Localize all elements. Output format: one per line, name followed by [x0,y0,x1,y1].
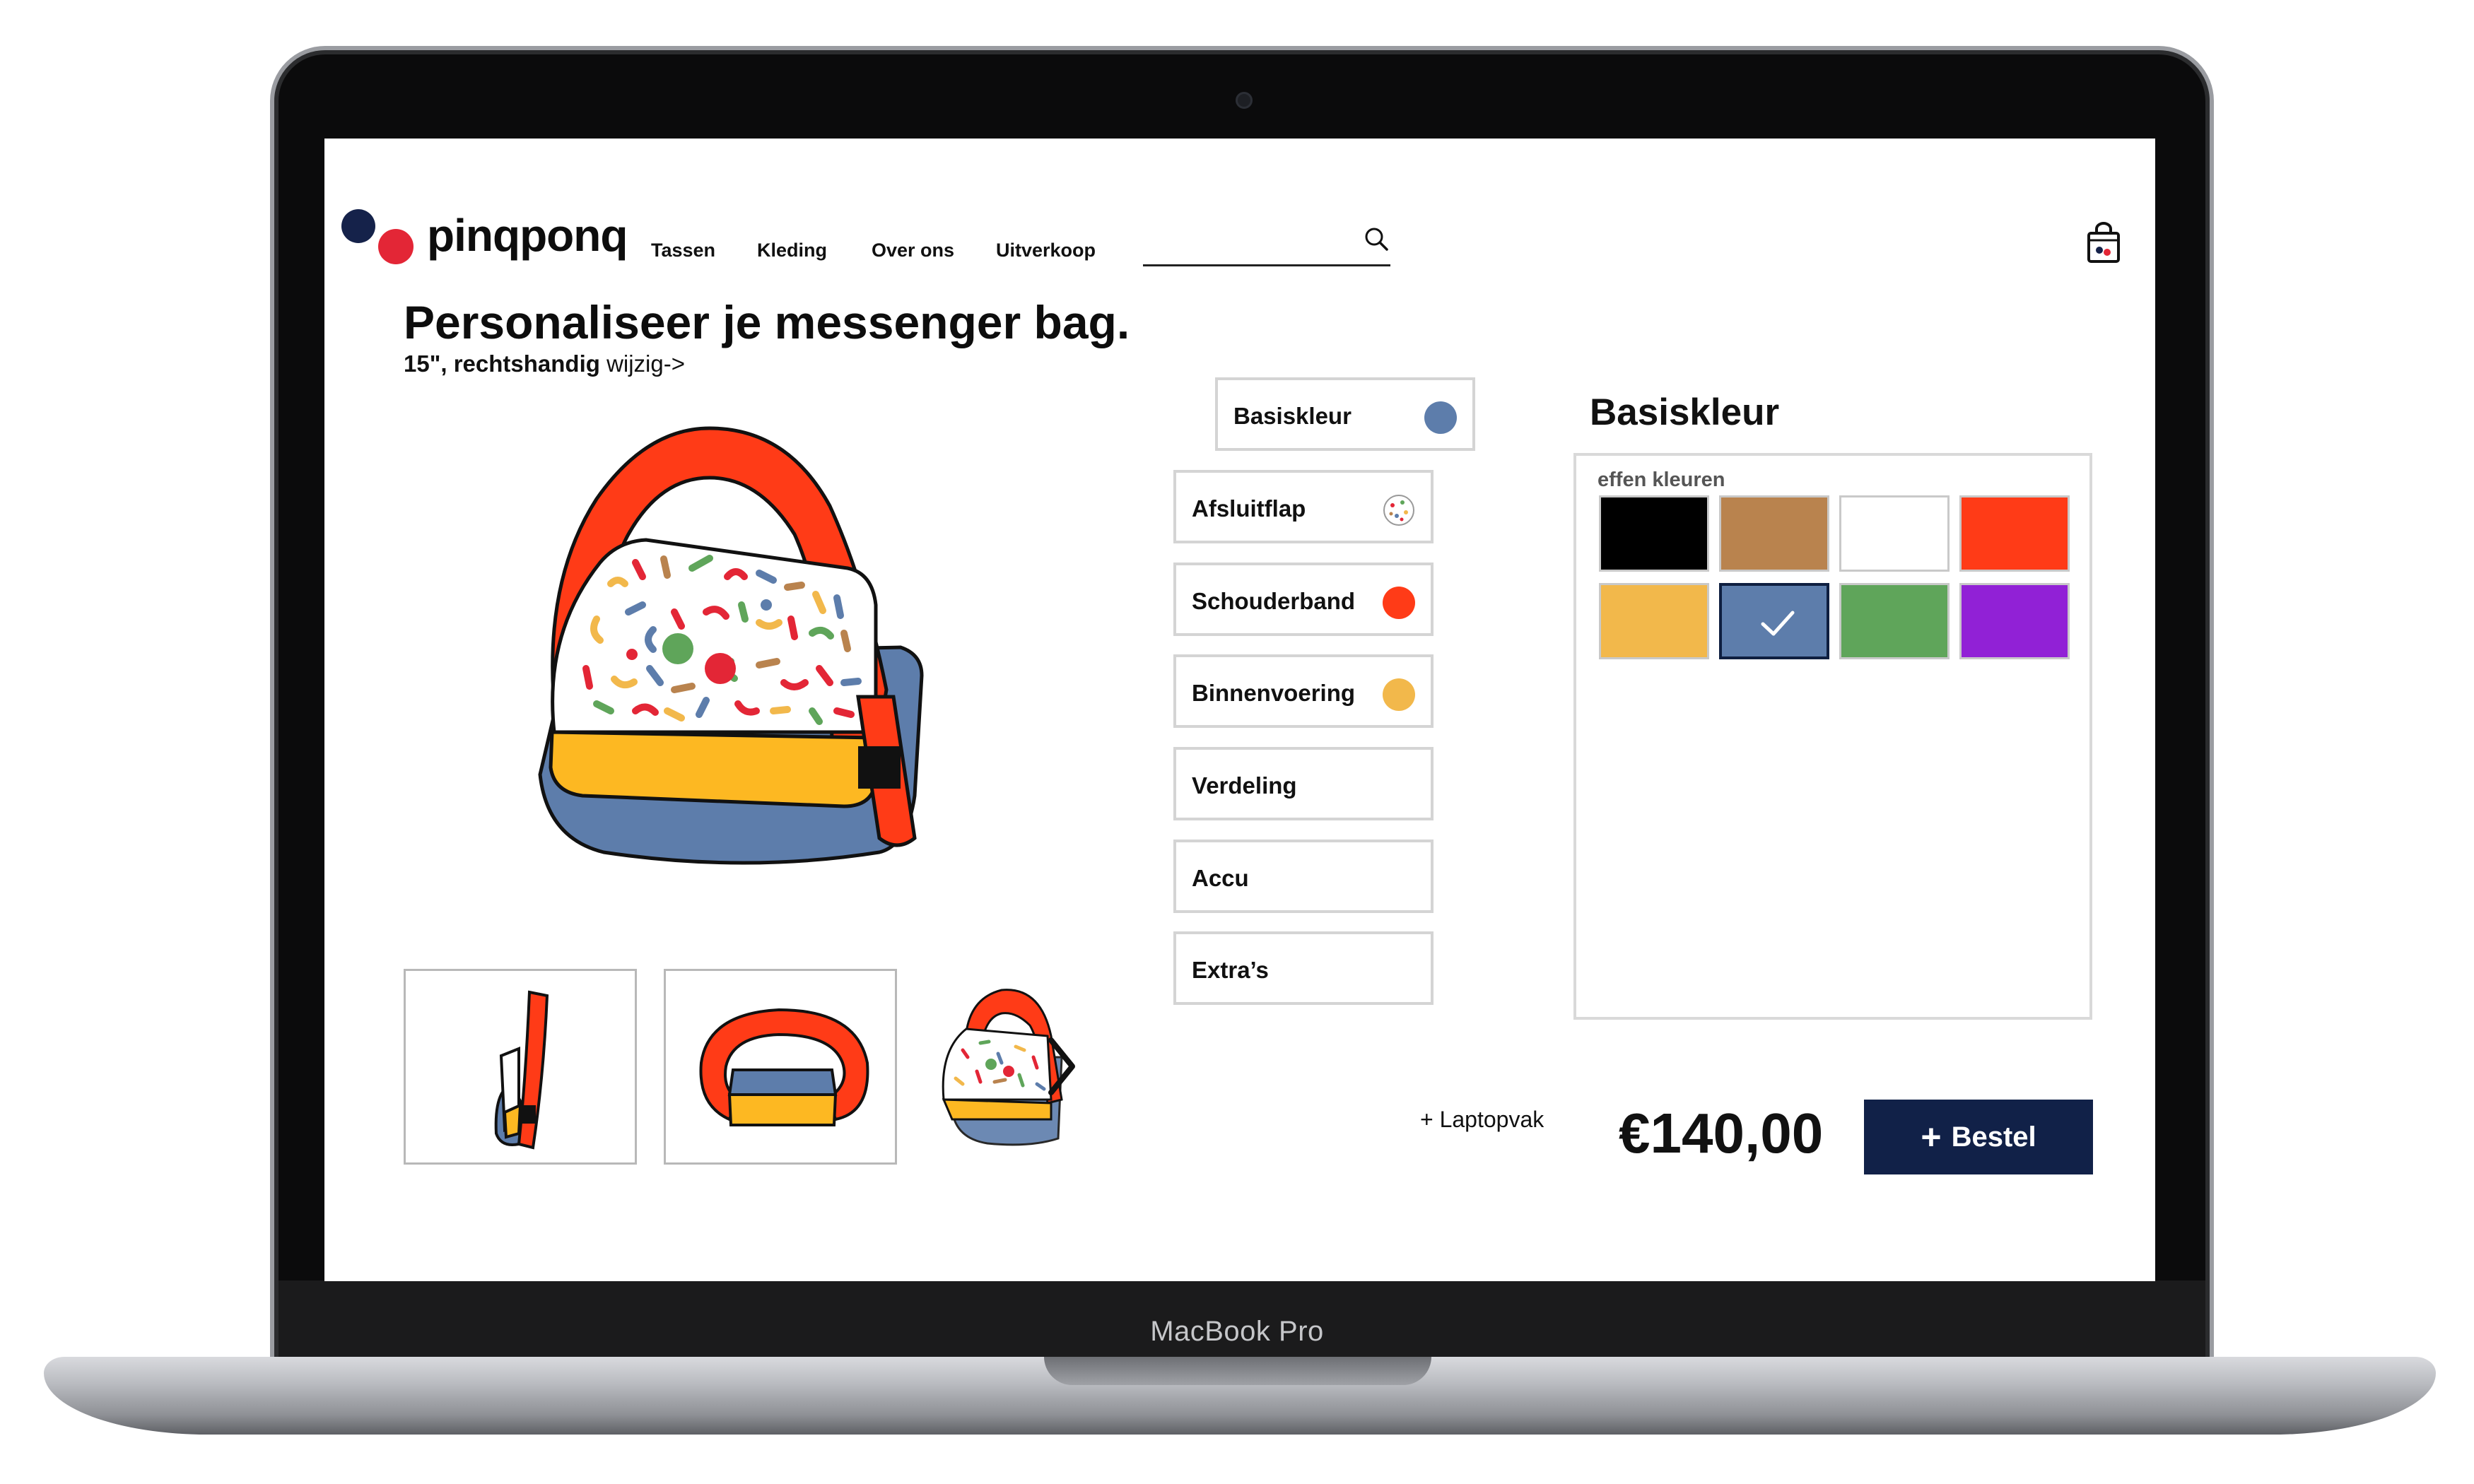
camera-icon [1236,92,1253,109]
logo-dot-navy[interactable] [341,209,375,243]
thumbnail-side[interactable] [404,969,637,1165]
option-binnenvoering[interactable]: Binnenvoering [1173,654,1434,728]
order-button[interactable]: + Bestel [1864,1100,2093,1174]
hero-bag-image [538,426,924,865]
chevron-right-icon[interactable] [1044,1035,1079,1098]
thumbnail-top-image [699,1008,869,1126]
search-input[interactable] [1143,223,1351,259]
swatch-purple[interactable] [1959,583,2070,659]
thumbnail-top[interactable] [664,969,897,1165]
option-binnenvoering-label: Binnenvoering [1192,680,1356,706]
swatch-white[interactable] [1839,495,1950,572]
order-button-label: Bestel [1951,1121,2036,1153]
nav-kleding[interactable]: Kleding [757,240,827,261]
option-accu-label: Accu [1192,865,1249,891]
swatch-black[interactable] [1599,495,1709,572]
option-basiskleur-label: Basiskleur [1233,403,1352,429]
edit-link[interactable]: wijzig-> [606,351,685,377]
option-binnenvoering-swatch [1383,678,1415,711]
search-bar [1143,216,1390,266]
price: €140,00 [1619,1102,1824,1165]
option-schouderband[interactable]: Schouderband [1173,563,1434,636]
panel-subtitle: effen kleuren [1597,469,1725,491]
page-title: Personaliseer je messenger bag. [404,296,1130,348]
option-afsluitflap-swatch [1383,495,1414,526]
plus-icon: + [1921,1117,1942,1157]
option-basiskleur-swatch [1424,401,1457,434]
thumbnail-side-image [494,990,549,1150]
option-afsluitflap-label: Afsluitflap [1192,495,1306,522]
swatch-blue[interactable] [1719,583,1829,659]
swatch-brown[interactable] [1719,495,1829,572]
option-extras-label: Extra’s [1192,957,1269,983]
page-subtitle: 15", rechtshandig wijzig-> [404,351,685,377]
color-panel: effen kleuren [1573,453,2092,1020]
option-schouderband-label: Schouderband [1192,588,1356,614]
logo-dot-red[interactable] [378,229,414,264]
logo[interactable]: pinqponq [427,209,628,261]
option-afsluitflap[interactable]: Afsluitflap [1173,470,1434,543]
nav-tassen[interactable]: Tassen [651,240,715,261]
option-basiskleur[interactable]: Basiskleur [1215,377,1475,451]
device-label: MacBook Pro [1150,1316,1324,1347]
panel-title: Basiskleur [1590,391,1780,433]
option-verdeling-label: Verdeling [1192,772,1297,799]
option-extras[interactable]: Extra’s [1173,931,1434,1005]
cart-icon[interactable] [2085,222,2123,264]
laptop-notch [1044,1357,1431,1385]
option-verdeling[interactable]: Verdeling [1173,747,1434,820]
search-icon[interactable] [1362,225,1390,253]
option-accu[interactable]: Accu [1173,840,1434,913]
product-spec: 15", rechtshandig [404,351,600,377]
check-icon [1761,611,1795,636]
screen: pinqponq Tassen Kleding Over ons Uitverk… [324,139,2155,1281]
addon-laptopvak[interactable]: + Laptopvak [1420,1107,1544,1133]
swatch-green[interactable] [1839,583,1950,659]
swatch-red[interactable] [1959,495,2070,572]
swatch-yellow[interactable] [1599,583,1709,659]
nav-uitverkoop[interactable]: Uitverkoop [996,240,1096,261]
nav-over-ons[interactable]: Over ons [872,240,954,261]
option-schouderband-swatch [1383,587,1415,619]
